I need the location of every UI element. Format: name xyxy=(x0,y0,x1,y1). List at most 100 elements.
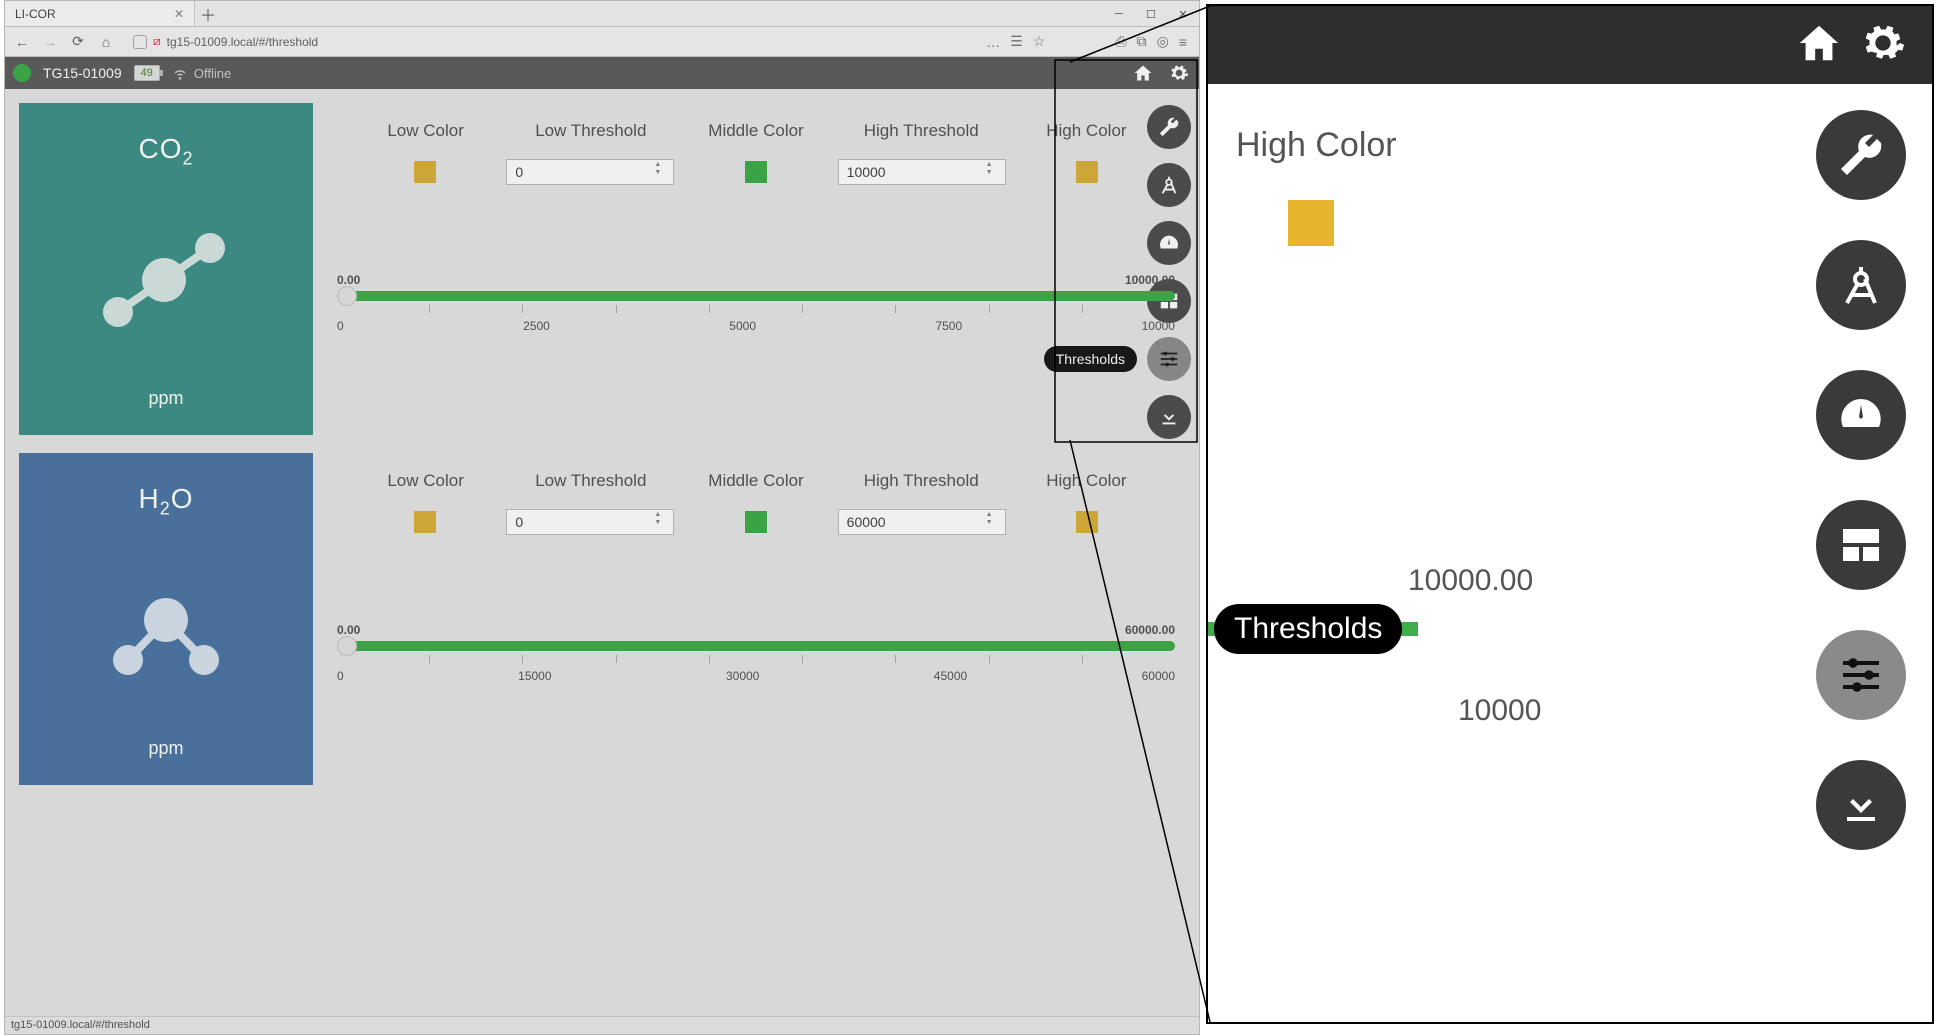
wifi-status: Offline xyxy=(172,65,231,81)
zoom-side-buttons xyxy=(1816,110,1906,850)
wrench-icon xyxy=(1837,131,1885,179)
co2-slider-track[interactable] xyxy=(337,291,1175,301)
spinner-icon[interactable]: ▲▼ xyxy=(654,161,670,177)
settings-nav-button[interactable] xyxy=(1167,61,1191,85)
window-controls: ─ ☐ ✕ xyxy=(1103,1,1199,27)
h2o-slider-track[interactable] xyxy=(337,641,1175,651)
zoom-thresholds-button[interactable] xyxy=(1816,630,1906,720)
co2-ticks: 025005000750010000 xyxy=(337,319,1175,333)
label-high-threshold: High Threshold xyxy=(839,471,1004,491)
label-low-threshold: Low Threshold xyxy=(508,471,673,491)
co2-middle-color-swatch[interactable] xyxy=(745,161,767,183)
h2o-low-color-swatch[interactable] xyxy=(414,511,436,533)
zoom-download-button[interactable] xyxy=(1816,760,1906,850)
label-middle-color: Middle Color xyxy=(673,471,838,491)
h2o-range-max: 60000.00 xyxy=(1125,623,1175,637)
account-icon[interactable]: ◎ xyxy=(1157,33,1169,50)
co2-range: 0.00 10000.00 025005000750010000 xyxy=(337,291,1175,333)
compass-icon xyxy=(1837,261,1885,309)
battery-badge: 49 xyxy=(134,65,160,81)
home-nav-button[interactable] xyxy=(1131,61,1155,85)
h2o-panel: H2O ppm Low Color Low Threshold Middle C… xyxy=(19,453,1185,785)
co2-slider-handle[interactable] xyxy=(337,286,357,306)
co2-high-threshold-input[interactable] xyxy=(838,159,1006,185)
co2-low-threshold-input[interactable] xyxy=(506,159,674,185)
zoom-callout: High Color 10000.00 Thresholds 10000 xyxy=(1206,4,1934,1024)
tab-strip: LI-COR ✕ ＋ xyxy=(5,1,1199,27)
close-icon[interactable]: ✕ xyxy=(174,7,184,21)
label-low-threshold: Low Threshold xyxy=(508,121,673,141)
h2o-high-color-swatch[interactable] xyxy=(1076,511,1098,533)
h2o-high-threshold-input[interactable] xyxy=(838,509,1006,535)
toolbar-right: … ☰ ☆ ⎙ ⧉ ◎ ≡ xyxy=(986,33,1193,50)
browser-toolbar: ← → ⟳ ⌂ ⧄ tg15-01009.local/#/threshold …… xyxy=(5,27,1199,57)
h2o-slider-fill xyxy=(351,641,1175,651)
zoom-compass-button[interactable] xyxy=(1816,240,1906,330)
co2-title: CO2 xyxy=(138,133,193,170)
label-high-color: High Color xyxy=(1004,471,1169,491)
main-content: CO2 ppm Low Color Low Threshold Middle C… xyxy=(5,89,1199,799)
maximize-button[interactable]: ☐ xyxy=(1135,3,1167,25)
browser-status-bar: tg15-01009.local/#/threshold xyxy=(5,1016,1199,1034)
label-high-color: High Color xyxy=(1004,121,1169,141)
reload-icon[interactable]: ⟳ xyxy=(67,33,89,50)
co2-card: CO2 ppm xyxy=(19,103,313,435)
insecure-icon: ⧄ xyxy=(153,34,161,49)
h2o-middle-color-swatch[interactable] xyxy=(745,511,767,533)
h2o-low-threshold-input[interactable] xyxy=(506,509,674,535)
url-text: tg15-01009.local/#/threshold xyxy=(167,35,318,49)
minimize-button[interactable]: ─ xyxy=(1103,3,1135,25)
home-icon[interactable]: ⌂ xyxy=(95,34,117,50)
forward-icon[interactable]: → xyxy=(39,34,61,50)
h2o-slider-handle[interactable] xyxy=(337,636,357,656)
gear-icon xyxy=(1169,63,1189,83)
browser-window: LI-COR ✕ ＋ ─ ☐ ✕ ← → ⟳ ⌂ ⧄ tg15-01009.lo… xyxy=(4,0,1200,1035)
zoom-home-button[interactable] xyxy=(1796,20,1842,71)
screenshot-icon[interactable]: ⧉ xyxy=(1137,33,1147,50)
zoom-wrench-button[interactable] xyxy=(1816,110,1906,200)
label-high-threshold: High Threshold xyxy=(839,121,1004,141)
star-icon[interactable]: ☆ xyxy=(1033,33,1046,50)
h2o-controls: ▲▼ ▲▼ xyxy=(337,509,1175,535)
zoom-tick-max: 10000 xyxy=(1458,694,1541,728)
new-tab-button[interactable]: ＋ xyxy=(195,2,221,26)
menu-icon[interactable]: ≡ xyxy=(1179,34,1187,50)
spinner-icon[interactable]: ▲▼ xyxy=(986,511,1002,527)
spinner-icon[interactable]: ▲▼ xyxy=(654,511,670,527)
zoom-high-color-swatch[interactable] xyxy=(1288,200,1334,246)
zoom-high-color-label: High Color xyxy=(1236,126,1397,165)
zoom-layout-button[interactable] xyxy=(1816,500,1906,590)
reader-icon[interactable]: ☰ xyxy=(1010,33,1023,50)
browser-tab[interactable]: LI-COR ✕ xyxy=(5,1,195,26)
co2-low-color-swatch[interactable] xyxy=(414,161,436,183)
conn-status: Offline xyxy=(194,66,231,81)
status-dot-icon xyxy=(13,64,31,82)
more-icon[interactable]: … xyxy=(986,34,1000,50)
co2-unit: ppm xyxy=(148,388,183,409)
co2-settings: Low Color Low Threshold Middle Color Hig… xyxy=(327,103,1185,435)
zoom-thresholds-tooltip: Thresholds xyxy=(1214,604,1402,654)
spinner-icon[interactable]: ▲▼ xyxy=(986,161,1002,177)
h2o-card: H2O ppm xyxy=(19,453,313,785)
gauge-icon xyxy=(1837,391,1885,439)
url-bar[interactable]: ⧄ tg15-01009.local/#/threshold xyxy=(133,34,980,49)
co2-controls: ▲▼ ▲▼ xyxy=(337,159,1175,185)
co2-range-max: 10000.00 xyxy=(1125,273,1175,287)
zoom-settings-button[interactable] xyxy=(1860,20,1906,71)
label-low-color: Low Color xyxy=(343,121,508,141)
co2-molecule-icon xyxy=(96,224,236,334)
co2-slider-fill xyxy=(351,291,1175,301)
close-window-button[interactable]: ✕ xyxy=(1167,3,1199,25)
zoom-gauge-button[interactable] xyxy=(1816,370,1906,460)
h2o-title: H2O xyxy=(138,483,193,520)
co2-panel: CO2 ppm Low Color Low Threshold Middle C… xyxy=(19,103,1185,435)
co2-high-color-swatch[interactable] xyxy=(1076,161,1098,183)
back-icon[interactable]: ← xyxy=(11,34,33,50)
wifi-icon xyxy=(172,65,188,81)
home-icon xyxy=(1133,63,1153,83)
device-name: TG15-01009 xyxy=(43,65,122,81)
library-icon[interactable]: ⎙ xyxy=(1115,33,1126,50)
h2o-settings: Low Color Low Threshold Middle Color Hig… xyxy=(327,453,1185,785)
h2o-labels: Low Color Low Threshold Middle Color Hig… xyxy=(337,471,1175,491)
h2o-ticks: 015000300004500060000 xyxy=(337,669,1175,683)
